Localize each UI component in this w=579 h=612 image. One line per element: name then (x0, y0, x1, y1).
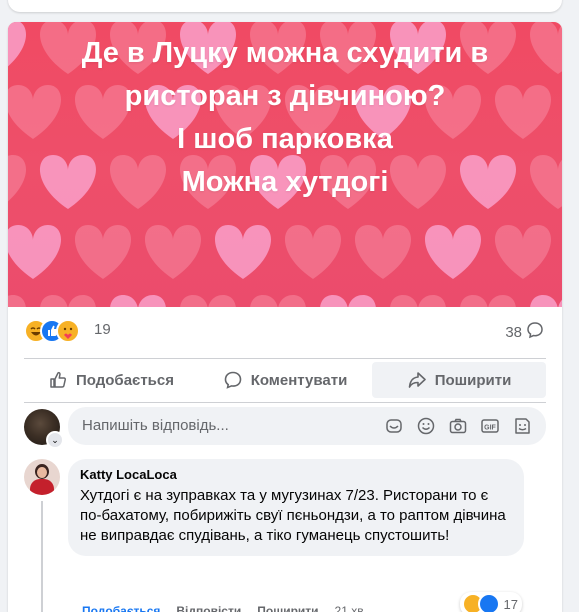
sticker-icon[interactable] (384, 416, 404, 436)
heart-shape (40, 295, 96, 307)
comment-reactions[interactable]: 17 (459, 592, 522, 612)
heart-shape (354, 225, 412, 279)
post-line: ристоран з дівчиною? (124, 80, 446, 112)
share-button[interactable]: Поширити (372, 362, 546, 398)
heart-shape (250, 295, 306, 307)
like-button-label: Подобається (76, 371, 174, 389)
divider (24, 402, 546, 403)
heart-shape (144, 225, 202, 279)
post-line: І шоб парковка (177, 123, 393, 155)
like-button[interactable]: Подобається (24, 362, 198, 398)
post-background: Де в Луцку можна схудити в ристоран з ді… (8, 22, 562, 307)
care-icon (56, 319, 80, 343)
reply-tools: GIF (384, 416, 532, 436)
heart-shape (284, 225, 342, 279)
gif-icon[interactable]: GIF (480, 416, 500, 436)
heart-shape (214, 225, 272, 279)
reply-placeholder: Напишіть відповідь... (82, 417, 229, 434)
comment-button[interactable]: Коментувати (198, 362, 372, 398)
previous-card (8, 0, 562, 12)
heart-shape (110, 295, 166, 307)
heart-shape (530, 295, 562, 307)
post-card: Де в Луцку можна схудити в ристоран з ді… (8, 22, 562, 612)
comment-share-link[interactable]: Поширити (257, 604, 318, 612)
share-button-label: Поширити (434, 371, 512, 389)
thumbs-up-icon (50, 371, 66, 388)
post-text: Де в Луцку можна схудити в ристоран з ді… (8, 32, 562, 204)
comment-author-avatar[interactable] (24, 459, 60, 495)
chevron-down-icon[interactable]: ⌄ (46, 431, 64, 449)
current-user-avatar[interactable]: ⌄ (24, 409, 64, 449)
heart-shape (320, 295, 376, 307)
comment-bubble: Katty LocaLoca Хутдогі є на зуправках та… (68, 459, 524, 556)
like-icon (477, 593, 500, 612)
comment-icon (224, 371, 241, 389)
comment-button-label: Коментувати (250, 371, 348, 389)
comment-actions: Подобається Відповісти Поширити 21 хв (82, 604, 364, 612)
heart-shape (180, 295, 236, 307)
heart-shape (8, 295, 26, 307)
camera-icon[interactable] (448, 416, 468, 436)
comment-reply-link[interactable]: Відповісти (176, 604, 241, 612)
comment-timestamp[interactable]: 21 хв (335, 604, 364, 612)
reply-composer: ⌄ Напишіть відповідь... GIF (24, 407, 546, 449)
comments-count-value: 38 (505, 323, 522, 341)
divider (24, 358, 546, 359)
post-stats: 19 38 (8, 307, 562, 352)
reaction-icons[interactable] (24, 319, 86, 343)
heart-shape (8, 225, 61, 279)
reactions-count[interactable]: 19 (94, 321, 111, 338)
thread-line (41, 501, 43, 612)
avatar-sticker-icon[interactable] (512, 416, 532, 436)
heart-shape (74, 225, 132, 279)
post-line: Де в Луцку можна схудити в (81, 37, 489, 69)
share-arrow-icon (408, 372, 426, 388)
heart-shape (494, 225, 552, 279)
comments-count[interactable]: 38 (505, 321, 544, 343)
comment-bubble-icon (526, 321, 544, 343)
comment-reactions-count: 17 (503, 596, 518, 612)
heart-shape (424, 225, 482, 279)
heart-shape (390, 295, 446, 307)
reply-input[interactable]: Напишіть відповідь... GIF (68, 407, 546, 445)
comment-text: Хутдогі є на зуправках та у мугузинах 7/… (80, 487, 506, 544)
emoji-icon[interactable] (416, 416, 436, 436)
previous-card-edge (0, 0, 579, 22)
comment-author-name[interactable]: Katty LocaLoca (80, 467, 512, 482)
heart-shape (460, 295, 516, 307)
comment-like-link[interactable]: Подобається (82, 604, 160, 612)
post-actions: Подобається Коментувати Поширити (24, 362, 546, 398)
svg-text:GIF: GIF (484, 425, 496, 432)
post-line: Можна хутдогі (181, 166, 389, 198)
